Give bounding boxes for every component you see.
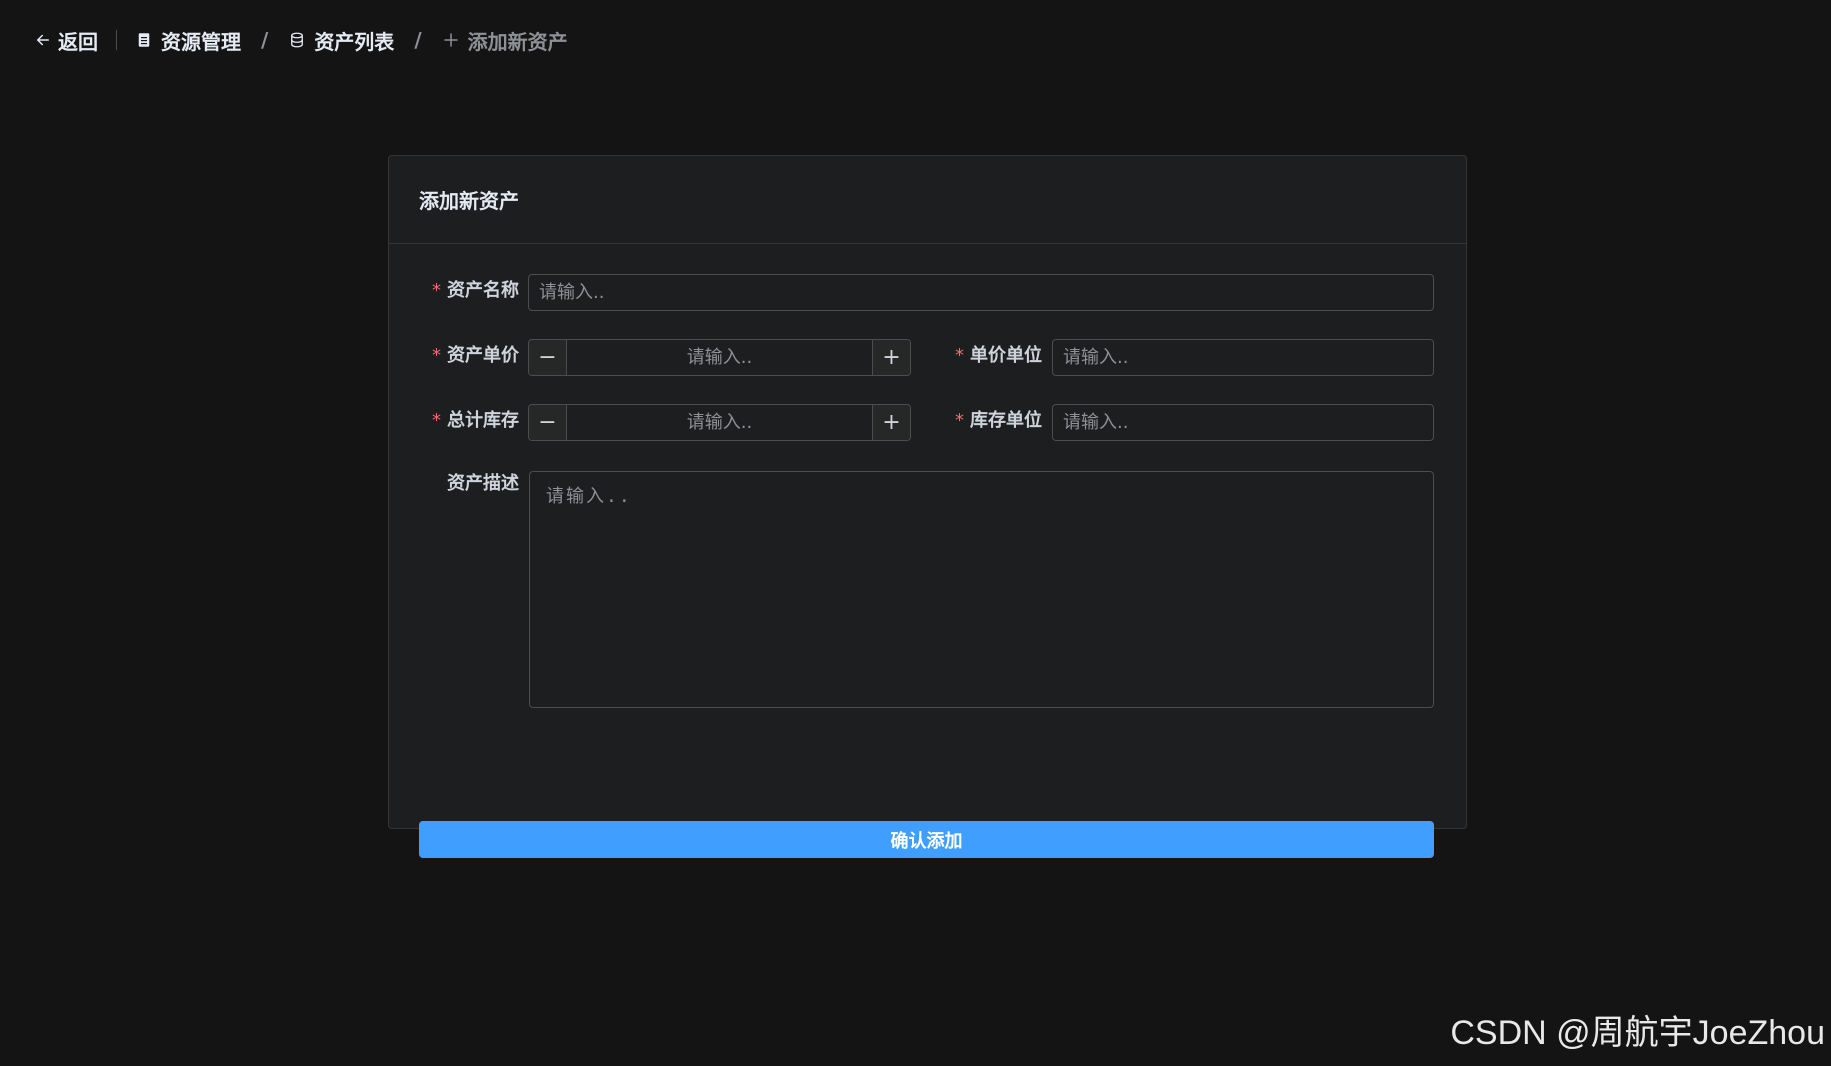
- increment-button[interactable]: +: [872, 405, 910, 440]
- asset-price-input[interactable]: [567, 340, 872, 375]
- breadcrumb-label: 添加新资产: [467, 29, 568, 54]
- total-stock-stepper: − +: [528, 404, 911, 441]
- required-mark: *: [955, 345, 964, 366]
- breadcrumb-item-asset-list[interactable]: 资产列表: [288, 26, 394, 55]
- breadcrumb-separator: /: [414, 28, 422, 52]
- label-text: 总计库存: [447, 410, 519, 431]
- label-text: 库存单位: [970, 410, 1042, 431]
- watermark: CSDN @周航宇JoeZhou: [1450, 1014, 1825, 1052]
- back-label: 返回: [58, 29, 98, 54]
- divider: [116, 30, 117, 50]
- price-unit-input[interactable]: [1052, 339, 1434, 376]
- increment-button[interactable]: +: [872, 340, 910, 375]
- back-button[interactable]: 返回: [34, 26, 98, 55]
- required-mark: *: [432, 410, 441, 431]
- confirm-add-button[interactable]: 确认添加: [419, 821, 1434, 858]
- asset-price-label: * 资产单价: [389, 338, 519, 374]
- arrow-left-icon: [37, 34, 49, 46]
- add-asset-card: 添加新资产 * 资产名称 * 资产单价 − + * 单价单位 * 总计库存 − + * 库…: [388, 155, 1467, 858]
- breadcrumb-separator: /: [261, 28, 269, 52]
- asset-price-stepper: − +: [528, 339, 911, 376]
- total-stock-label: * 总计库存: [389, 403, 519, 439]
- card-title: 添加新资产: [389, 156, 1466, 244]
- required-mark: *: [432, 280, 441, 301]
- label-text: 资产名称: [447, 280, 519, 301]
- required-mark: *: [955, 410, 964, 431]
- price-unit-label: * 单价单位: [912, 338, 1042, 374]
- breadcrumb-label: 资产列表: [314, 29, 395, 54]
- plus-icon: [443, 33, 458, 47]
- asset-description-textarea[interactable]: [529, 471, 1434, 708]
- stock-unit-input[interactable]: [1052, 404, 1434, 441]
- asset-name-label: * 资产名称: [389, 273, 519, 309]
- decrement-button[interactable]: −: [529, 340, 567, 375]
- document-icon: [138, 33, 150, 47]
- top-navigation: 返回 资源管理 / 资产列表 / 添加新资产: [34, 22, 568, 58]
- breadcrumb-item-resource-management[interactable]: 资源管理: [135, 26, 241, 55]
- breadcrumb-item-add-asset: 添加新资产: [442, 26, 568, 55]
- stock-unit-label: * 库存单位: [912, 403, 1042, 439]
- required-mark: *: [432, 345, 441, 366]
- asset-description-label: 资产描述: [389, 466, 519, 502]
- asset-name-input[interactable]: [528, 274, 1434, 311]
- label-text: 资产描述: [447, 473, 519, 494]
- decrement-button[interactable]: −: [529, 405, 567, 440]
- total-stock-input[interactable]: [567, 405, 872, 440]
- label-text: 单价单位: [970, 345, 1042, 366]
- breadcrumb-label: 资源管理: [161, 29, 241, 54]
- label-text: 资产单价: [447, 345, 519, 366]
- database-icon: [291, 32, 304, 48]
